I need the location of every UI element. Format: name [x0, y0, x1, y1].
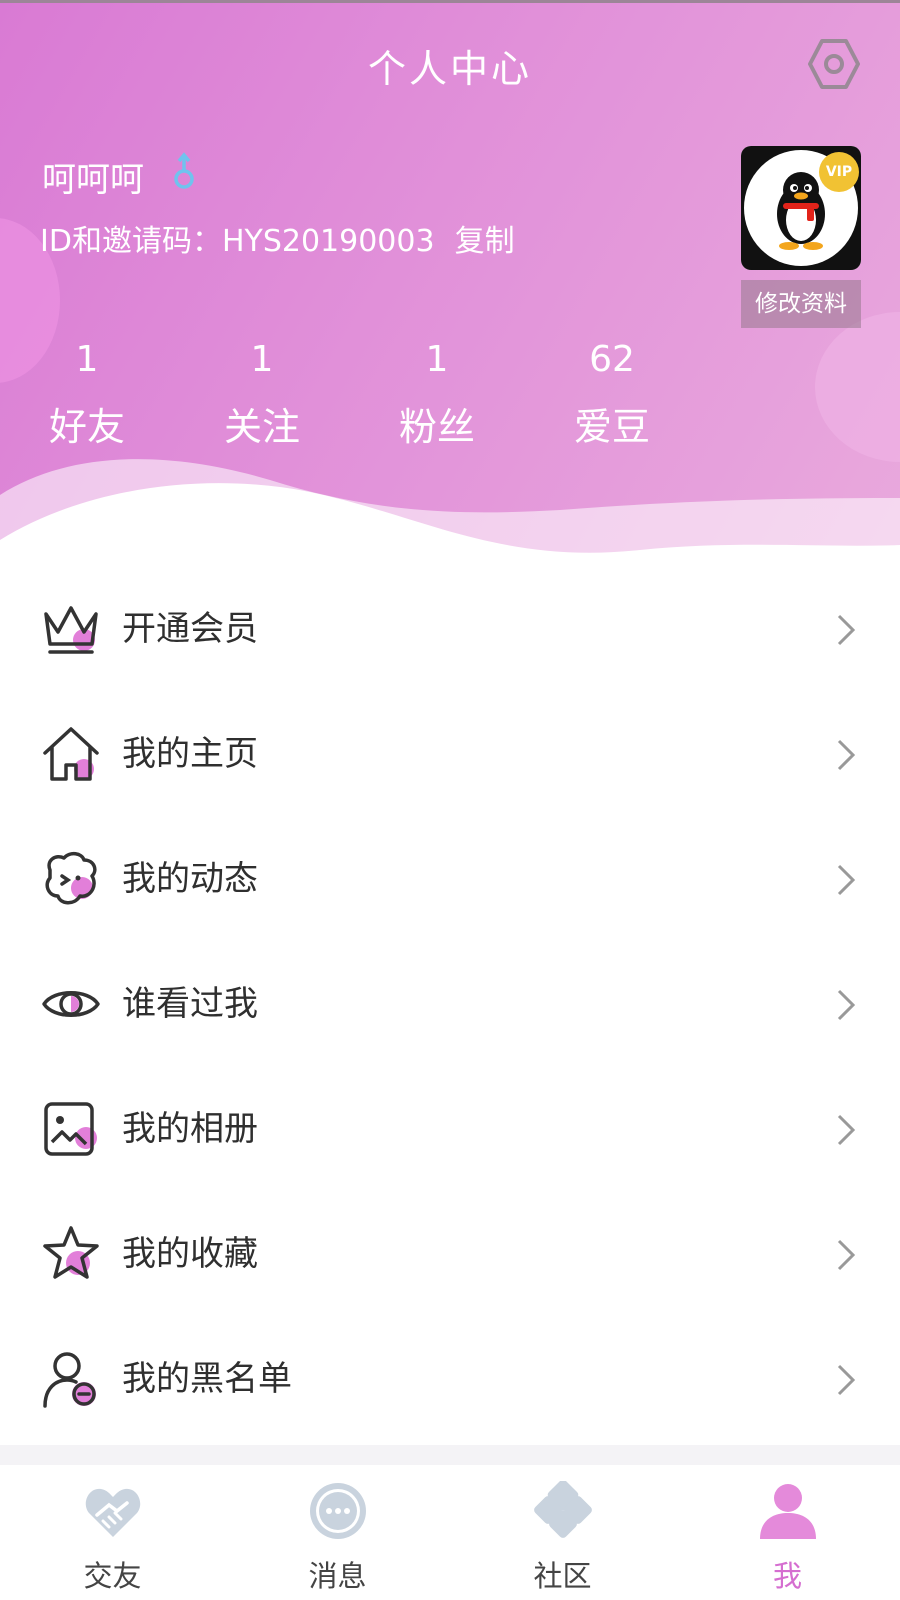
star-icon — [43, 1226, 99, 1279]
menu-item-album[interactable]: 我的相册 — [0, 1070, 900, 1195]
menu-label: 我的黑名单 — [122, 1359, 292, 1399]
chevron-right-icon — [837, 1239, 856, 1271]
tab-label: 社区 — [533, 1559, 592, 1593]
page-title: 个人中心 — [367, 47, 532, 91]
stat-value: 62 — [589, 339, 635, 380]
invite-code: ID和邀请码：HYS20190003 — [40, 224, 435, 259]
tab-community[interactable]: 社区 — [450, 1465, 675, 1600]
menu-item-membership[interactable]: 开通会员 — [0, 570, 900, 695]
stat-fans[interactable]: 1 粉丝 — [372, 335, 502, 457]
stat-following[interactable]: 1 关注 — [197, 335, 327, 457]
profile-header: 个人中心 呵呵呵 ID和邀请码：HYS20190003 复制 VIP 修改资料 … — [0, 0, 900, 565]
copy-button[interactable]: 复制 — [455, 224, 515, 259]
menu-item-favorites[interactable]: 我的收藏 — [0, 1195, 900, 1320]
menu-label: 开通会员 — [122, 609, 258, 649]
stat-label: 爱豆 — [573, 405, 650, 449]
chevron-right-icon — [837, 864, 856, 896]
stat-value: 1 — [250, 339, 274, 380]
blacklist-icon — [43, 1352, 96, 1408]
menu-list: 开通会员 我的主页 我的动态 谁看过我 我的相册 我的收藏 我的黑名单 — [0, 570, 900, 1445]
menu-label: 我的相册 — [122, 1109, 258, 1149]
menu-label: 我的主页 — [122, 734, 258, 774]
home-icon — [43, 727, 99, 781]
stat-label: 粉丝 — [398, 405, 475, 449]
tab-messages[interactable]: 消息 — [225, 1465, 450, 1600]
male-icon — [174, 152, 194, 189]
chevron-right-icon — [837, 989, 856, 1021]
top-border — [0, 0, 900, 3]
menu-item-visitors[interactable]: 谁看过我 — [0, 945, 900, 1070]
eye-icon — [42, 991, 100, 1017]
stat-friends[interactable]: 1 好友 — [22, 335, 152, 457]
tab-label: 交友 — [83, 1559, 142, 1593]
message-icon — [310, 1483, 366, 1539]
tab-me[interactable]: 我 — [675, 1465, 900, 1600]
stat-value: 1 — [75, 339, 99, 380]
person-icon — [760, 1484, 816, 1539]
menu-item-dynamics[interactable]: 我的动态 — [0, 820, 900, 945]
stat-idols[interactable]: 62 爱豆 — [547, 335, 677, 457]
edit-profile-button[interactable]: 修改资料 — [741, 280, 861, 328]
tab-label: 我 — [772, 1559, 802, 1593]
dynamics-icon — [45, 851, 97, 905]
stat-value: 1 — [425, 339, 449, 380]
handshake-icon — [85, 1488, 141, 1537]
menu-label: 我的收藏 — [122, 1234, 258, 1274]
menu-item-blacklist[interactable]: 我的黑名单 — [0, 1320, 900, 1445]
community-icon — [534, 1481, 592, 1538]
bottom-tab-bar: 交友 消息 社区 我 — [0, 1465, 900, 1600]
chevron-right-icon — [837, 614, 856, 646]
stat-label: 好友 — [48, 405, 125, 449]
tab-label: 消息 — [308, 1559, 367, 1593]
menu-item-homepage[interactable]: 我的主页 — [0, 695, 900, 820]
menu-label: 我的动态 — [122, 859, 258, 899]
gear-icon[interactable] — [808, 38, 860, 90]
chevron-right-icon — [837, 1114, 856, 1146]
album-icon — [44, 1102, 97, 1156]
header-wave — [0, 459, 900, 565]
chevron-right-icon — [837, 1364, 856, 1396]
id-row: ID和邀请码：HYS20190003 复制 — [40, 216, 515, 260]
stat-label: 关注 — [223, 405, 300, 449]
menu-label: 谁看过我 — [122, 984, 258, 1024]
chevron-right-icon — [837, 739, 856, 771]
tabbar-separator — [0, 1445, 900, 1465]
crown-icon — [44, 606, 98, 654]
username: 呵呵呵 — [42, 160, 144, 200]
vip-badge: VIP — [819, 152, 859, 192]
tab-friends[interactable]: 交友 — [0, 1465, 225, 1600]
